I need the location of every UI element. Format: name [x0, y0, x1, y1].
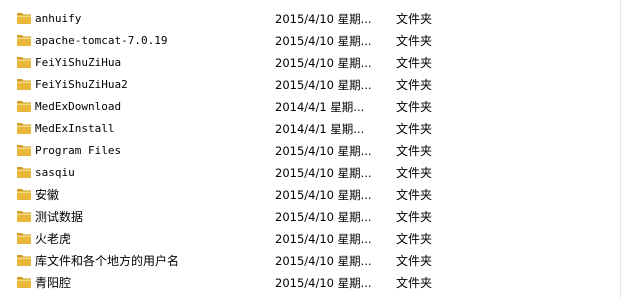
file-type: 文件夹 [396, 232, 433, 246]
folder-icon [17, 79, 31, 90]
date-modified: 2015/4/10 星期... [275, 34, 372, 48]
folder-icon [17, 57, 31, 68]
file-type: 文件夹 [396, 144, 433, 158]
list-item[interactable]: 测试数据 2015/4/10 星期... 文件夹 [0, 206, 621, 228]
list-item[interactable]: Program Files 2015/4/10 星期... 文件夹 [0, 140, 621, 162]
date-modified: 2015/4/10 星期... [275, 232, 372, 246]
file-name: 青阳腔 [35, 276, 72, 290]
file-type: 文件夹 [396, 34, 433, 48]
folder-icon [17, 189, 31, 200]
folder-icon [17, 211, 31, 222]
file-type: 文件夹 [396, 78, 433, 92]
file-name: apache-tomcat-7.0.19 [35, 34, 168, 47]
file-name: 测试数据 [35, 210, 84, 224]
list-item[interactable]: 库文件和各个地方的用户名 2015/4/10 星期... 文件夹 [0, 250, 621, 272]
file-list: anhuify 2015/4/10 星期... 文件夹 apache-tomca… [0, 8, 621, 294]
list-item[interactable]: MedExDownload 2014/4/1 星期... 文件夹 [0, 96, 621, 118]
date-modified: 2015/4/10 星期... [275, 12, 372, 26]
folder-icon [17, 101, 31, 112]
date-modified: 2015/4/10 星期... [275, 56, 372, 70]
list-item[interactable]: 安徽 2015/4/10 星期... 文件夹 [0, 184, 621, 206]
list-item[interactable]: apache-tomcat-7.0.19 2015/4/10 星期... 文件夹 [0, 30, 621, 52]
list-item[interactable]: MedExInstall 2014/4/1 星期... 文件夹 [0, 118, 621, 140]
file-name: MedExDownload [35, 100, 122, 113]
list-item[interactable]: FeiYiShuZiHua2 2015/4/10 星期... 文件夹 [0, 74, 621, 96]
file-name: 火老虎 [35, 232, 72, 246]
file-type: 文件夹 [396, 188, 433, 202]
file-type: 文件夹 [396, 210, 433, 224]
date-modified: 2015/4/10 星期... [275, 144, 372, 158]
file-type: 文件夹 [396, 276, 433, 290]
date-modified: 2015/4/10 星期... [275, 188, 372, 202]
file-name: FeiYiShuZiHua [35, 56, 122, 69]
folder-icon [17, 35, 31, 46]
file-name: 库文件和各个地方的用户名 [35, 254, 180, 268]
file-name: FeiYiShuZiHua2 [35, 78, 128, 91]
folder-icon [17, 277, 31, 288]
file-name: anhuify [35, 12, 82, 25]
file-type: 文件夹 [396, 56, 433, 70]
folder-icon [17, 167, 31, 178]
file-name: 安徽 [35, 188, 60, 202]
date-modified: 2015/4/10 星期... [275, 78, 372, 92]
date-modified: 2014/4/1 星期... [275, 100, 365, 114]
list-item[interactable]: 青阳腔 2015/4/10 星期... 文件夹 [0, 272, 621, 294]
folder-icon [17, 13, 31, 24]
file-name: Program Files [35, 144, 122, 157]
date-modified: 2015/4/10 星期... [275, 276, 372, 290]
date-modified: 2014/4/1 星期... [275, 122, 365, 136]
date-modified: 2015/4/10 星期... [275, 254, 372, 268]
list-item[interactable]: anhuify 2015/4/10 星期... 文件夹 [0, 8, 621, 30]
folder-icon [17, 123, 31, 134]
list-item[interactable]: FeiYiShuZiHua 2015/4/10 星期... 文件夹 [0, 52, 621, 74]
folder-icon [17, 145, 31, 156]
folder-icon [17, 233, 31, 244]
file-type: 文件夹 [396, 122, 433, 136]
file-type: 文件夹 [396, 254, 433, 268]
file-type: 文件夹 [396, 166, 433, 180]
list-item[interactable]: 火老虎 2015/4/10 星期... 文件夹 [0, 228, 621, 250]
list-item[interactable]: sasqiu 2015/4/10 星期... 文件夹 [0, 162, 621, 184]
file-type: 文件夹 [396, 100, 433, 114]
folder-icon [17, 255, 31, 266]
file-name: sasqiu [35, 166, 75, 179]
date-modified: 2015/4/10 星期... [275, 210, 372, 224]
date-modified: 2015/4/10 星期... [275, 166, 372, 180]
file-type: 文件夹 [396, 12, 433, 26]
file-name: MedExInstall [35, 122, 115, 135]
